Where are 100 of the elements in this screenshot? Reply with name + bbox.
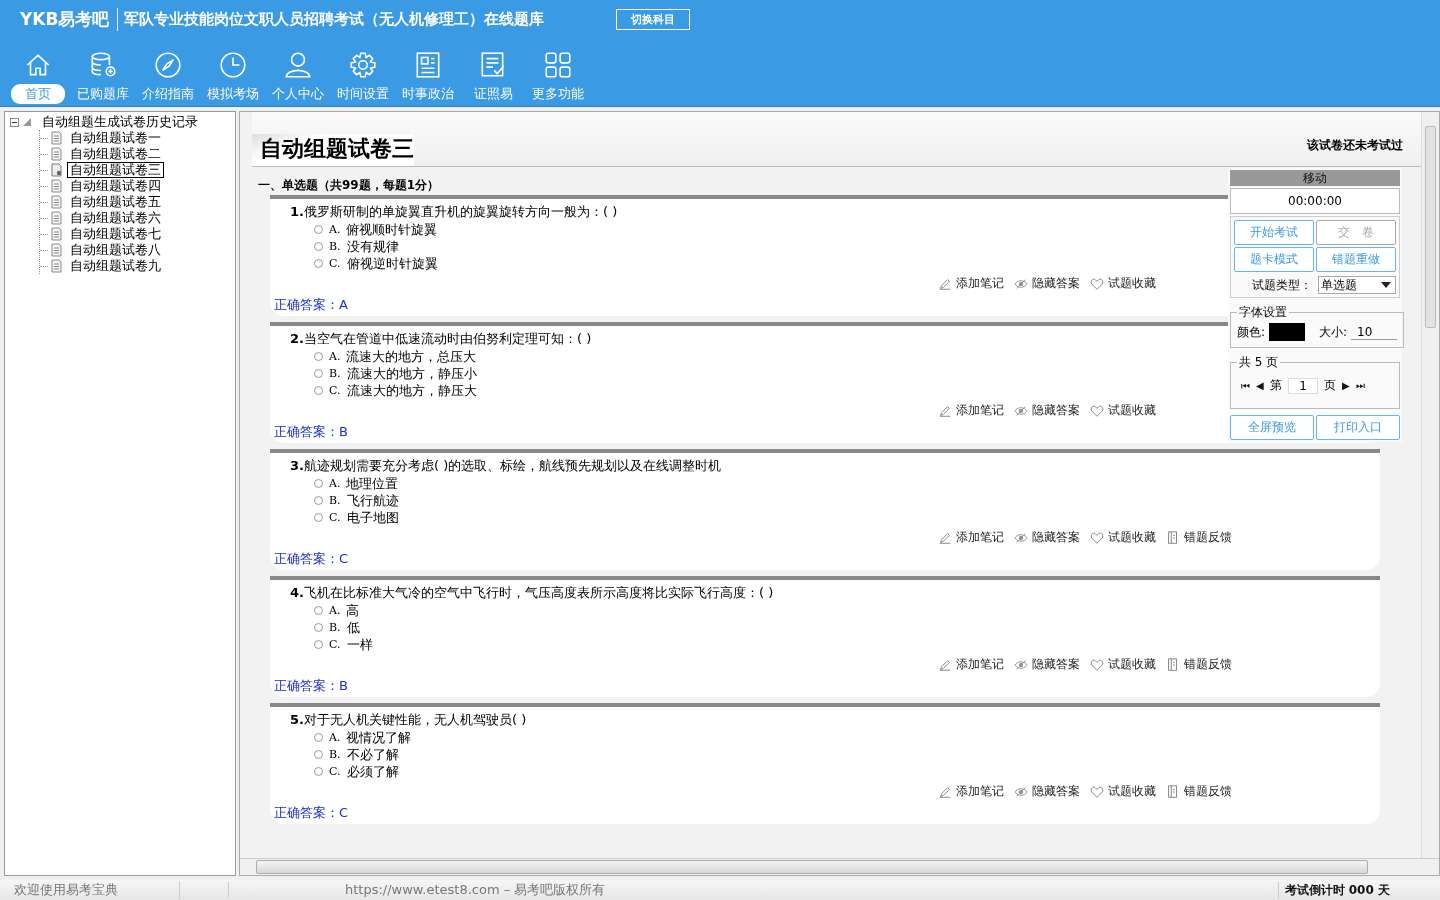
previous-page-button[interactable]: ◀ — [1256, 380, 1264, 391]
option-letter: C. — [329, 765, 341, 778]
tree-item[interactable]: 自动组题试卷一 — [67, 130, 164, 146]
radio-button[interactable] — [314, 369, 323, 378]
first-page-button[interactable]: ⏮ — [1241, 379, 1250, 392]
action-link[interactable]: 隐藏答案 — [1014, 783, 1080, 800]
settings-icon — [348, 50, 378, 80]
tree-item[interactable]: 自动组题试卷五 — [67, 194, 164, 210]
radio-button[interactable] — [314, 479, 323, 488]
last-page-button[interactable]: ⏭ — [1356, 379, 1365, 392]
radio-button[interactable] — [314, 750, 323, 759]
heart-icon — [1090, 403, 1104, 418]
exam-countdown: 考试倒计时 000 天 — [1277, 881, 1390, 899]
exam-status: 该试卷还未考试过 — [1307, 137, 1403, 154]
action-link[interactable]: 试题收藏 — [1090, 402, 1156, 419]
panel-title-bar[interactable]: 移动 — [1230, 170, 1400, 186]
radio-button[interactable] — [314, 242, 323, 251]
notebook-icon — [1166, 784, 1180, 799]
option-text[interactable]: 流速大的地方，静压小 — [346, 364, 477, 383]
action-link[interactable]: 试题收藏 — [1090, 529, 1156, 546]
tree-item[interactable]: 自动组题试卷二 — [67, 146, 164, 162]
action-link[interactable]: 添加笔记 — [938, 783, 1004, 800]
radio-button[interactable] — [314, 623, 323, 632]
option-text[interactable]: 必须了解 — [346, 762, 399, 781]
action-link[interactable]: 隐藏答案 — [1014, 275, 1080, 292]
action-link[interactable]: 错题反馈 — [1166, 529, 1232, 546]
option-letter: B. — [329, 621, 341, 634]
document-icon — [50, 243, 63, 257]
option-text[interactable]: 低 — [346, 618, 360, 637]
option-text[interactable]: 一样 — [346, 635, 373, 654]
caret-icon — [1381, 282, 1391, 288]
tree-item[interactable]: 自动组题试卷九 — [67, 258, 164, 274]
scrollbar-thumb[interactable] — [1425, 126, 1436, 328]
action-link[interactable]: 添加笔记 — [938, 275, 1004, 292]
option-text[interactable]: 飞行航迹 — [346, 491, 399, 510]
color-swatch[interactable] — [1269, 323, 1306, 341]
next-page-button[interactable]: ▶ — [1342, 380, 1350, 391]
type-dropdown[interactable]: 单选题 — [1318, 276, 1396, 294]
radio-button[interactable] — [314, 352, 323, 361]
radio-button[interactable] — [314, 733, 323, 742]
document-icon — [50, 131, 63, 145]
action-link[interactable]: 隐藏答案 — [1014, 656, 1080, 673]
action-link[interactable]: 隐藏答案 — [1014, 402, 1080, 419]
action-link[interactable]: 错题反馈 — [1166, 656, 1232, 673]
pencil-icon — [938, 276, 952, 291]
option-letter: B. — [329, 240, 341, 253]
action-link[interactable]: 错题反馈 — [1166, 783, 1232, 800]
radio-button[interactable] — [314, 606, 323, 615]
option-text[interactable]: 流速大的地方，总压大 — [346, 347, 477, 366]
app-logo: YKB易考吧 — [20, 7, 119, 31]
size-label: 大小: — [1319, 323, 1348, 341]
correct-answer: 正确答案：B — [274, 423, 348, 441]
correct-answer: 正确答案：B — [274, 677, 348, 695]
type-label: 试题类型： — [1252, 276, 1312, 294]
action-link[interactable]: 试题收藏 — [1090, 656, 1156, 673]
option-text[interactable]: 高 — [346, 601, 360, 620]
welcome-text: 欢迎使用易考宝典 — [0, 881, 180, 899]
pencil-icon — [938, 657, 952, 672]
page-label: 页 — [1324, 377, 1336, 394]
option-text[interactable]: 没有规律 — [346, 237, 399, 256]
tree-root[interactable]: 自动组题生成试卷历史记录 — [39, 114, 201, 130]
action-link[interactable]: 试题收藏 — [1090, 783, 1156, 800]
collapse-toggle[interactable] — [10, 117, 19, 127]
scrollbar-thumb[interactable] — [256, 860, 1368, 874]
document-icon — [50, 179, 63, 193]
tree-item[interactable]: 自动组题试卷七 — [67, 226, 164, 242]
radio-button[interactable] — [314, 259, 323, 268]
radio-button[interactable] — [314, 640, 323, 649]
option-text[interactable]: 地理位置 — [346, 474, 399, 493]
option-text[interactable]: 流速大的地方，静压大 — [346, 381, 477, 400]
radio-button[interactable] — [314, 767, 323, 776]
option-text[interactable]: 不必了解 — [346, 745, 399, 764]
radio-button[interactable] — [314, 513, 323, 522]
database-icon — [88, 50, 118, 80]
option-letter: C. — [329, 511, 341, 524]
action-link[interactable]: 添加笔记 — [938, 529, 1004, 546]
correct-answer: 正确答案：A — [274, 296, 348, 314]
tree-item[interactable]: 自动组题试卷三 — [67, 162, 164, 178]
tree-item[interactable]: 自动组题试卷六 — [67, 210, 164, 226]
option-text[interactable]: 视情况了解 — [346, 728, 412, 747]
option-text[interactable]: 俯视逆时针旋翼 — [346, 254, 438, 273]
pencil-icon — [938, 530, 952, 545]
page-label: 第 — [1270, 377, 1282, 394]
action-link[interactable]: 试题收藏 — [1090, 275, 1156, 292]
radio-button[interactable] — [314, 386, 323, 395]
page-field[interactable]: 1 — [1288, 377, 1318, 394]
size-field[interactable]: 10 — [1351, 324, 1398, 340]
action-link[interactable]: 隐藏答案 — [1014, 529, 1080, 546]
radio-button[interactable] — [314, 225, 323, 234]
action-link[interactable]: 添加笔记 — [938, 656, 1004, 673]
option-letter: A. — [329, 477, 341, 490]
option-letter: C. — [329, 384, 341, 397]
timer-display: 00:00:00 — [1230, 188, 1400, 214]
option-text[interactable]: 电子地图 — [346, 508, 399, 527]
action-link[interactable]: 添加笔记 — [938, 402, 1004, 419]
tree-item[interactable]: 自动组题试卷四 — [67, 178, 164, 194]
option-text[interactable]: 俯视顺时针旋翼 — [346, 220, 438, 239]
document-icon — [50, 211, 63, 225]
radio-button[interactable] — [314, 496, 323, 505]
tree-item[interactable]: 自动组题试卷八 — [67, 242, 164, 258]
